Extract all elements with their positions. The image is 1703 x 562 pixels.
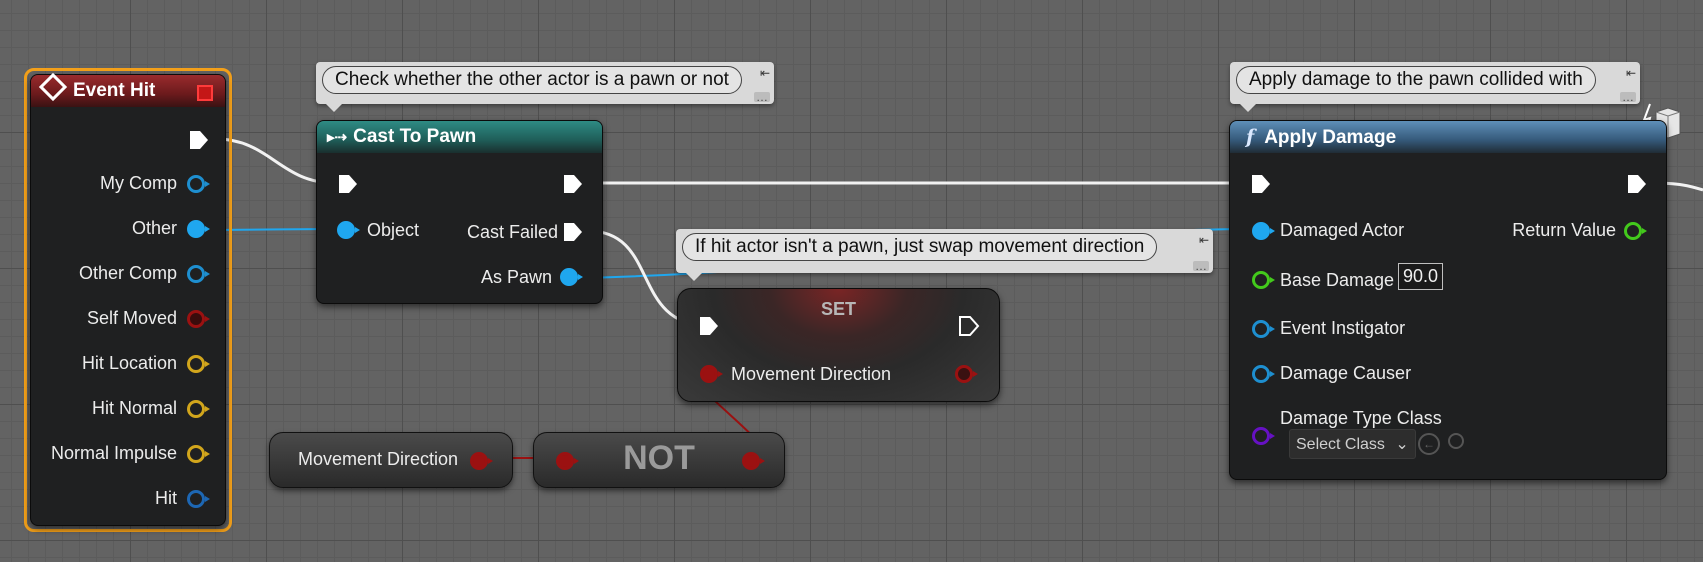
event-hit-pin-other[interactable] — [187, 220, 210, 238]
event-instigator-pin[interactable] — [1252, 320, 1275, 338]
set-node[interactable]: SET Movement Direction — [677, 288, 1000, 402]
event-hit-pin-hit-location[interactable] — [187, 355, 210, 373]
event-hit-exec-out-pin[interactable] — [188, 129, 210, 151]
set-movement-direction-in-pin[interactable] — [700, 365, 723, 383]
cast-exec-out-pin[interactable] — [562, 173, 584, 195]
event-hit-pin-hit-normal[interactable] — [187, 400, 210, 418]
chevron-down-icon: ⌄ — [1395, 436, 1409, 453]
set-variable-label: Movement Direction — [731, 364, 892, 384]
cast-to-pawn-header[interactable]: ▸⇢ Cast To Pawn — [317, 121, 602, 153]
event-hit-pin-label: Hit — [155, 488, 177, 508]
cast-to-pawn-title: Cast To Pawn — [353, 126, 477, 147]
event-instigator-label: Event Instigator — [1280, 318, 1406, 338]
apply-damage-node[interactable]: f Apply Damage Damaged Actor Return Value… — [1229, 120, 1667, 480]
comment-swap-text: If hit actor isn't a pawn, just swap mov… — [682, 233, 1158, 261]
cast-failed-exec-pin[interactable] — [562, 221, 584, 243]
event-hit-pin-self-moved[interactable] — [187, 310, 210, 328]
comment-cast[interactable]: Check whether the other actor is a pawn … — [316, 62, 774, 112]
base-damage-input[interactable]: 90.0 — [1398, 263, 1444, 290]
comment-cast-text: Check whether the other actor is a pawn … — [322, 66, 742, 94]
comment-more-icon[interactable]: … — [1193, 260, 1209, 272]
event-hit-title: Event Hit — [73, 80, 156, 101]
comment-pin-icon[interactable]: ⇤ — [1626, 66, 1636, 80]
comment-more-icon[interactable]: … — [1620, 91, 1636, 103]
damage-type-class-pin[interactable] — [1252, 427, 1275, 445]
event-hit-pin-normal-impulse[interactable] — [187, 445, 210, 463]
select-class-dropdown[interactable]: Select Class ⌄ — [1289, 429, 1416, 459]
use-selected-asset-icon[interactable]: ← — [1418, 433, 1440, 455]
comment-more-icon[interactable]: … — [754, 91, 770, 103]
apply-damage-header[interactable]: f Apply Damage — [1230, 121, 1666, 153]
return-value-label: Return Value — [1512, 220, 1616, 240]
getter-out-pin[interactable] — [470, 452, 493, 470]
damage-type-class-label: Damage Type Class — [1280, 408, 1442, 428]
comment-swap[interactable]: If hit actor isn't a pawn, just swap mov… — [676, 229, 1213, 281]
damage-causer-pin[interactable] — [1252, 365, 1275, 383]
select-class-label: Select Class — [1296, 436, 1385, 453]
event-hit-pin-label: Other Comp — [78, 263, 177, 283]
set-exec-out-pin[interactable] — [958, 315, 980, 337]
set-exec-in-pin[interactable] — [698, 315, 720, 337]
movement-direction-getter[interactable]: Movement Direction — [269, 432, 513, 488]
return-value-pin[interactable] — [1624, 222, 1647, 240]
delegate-pin-icon[interactable] — [197, 85, 213, 101]
getter-variable-label: Movement Direction — [298, 449, 459, 469]
not-out-pin[interactable] — [742, 452, 765, 470]
damaged-actor-label: Damaged Actor — [1280, 220, 1405, 240]
event-hit-pin-hit[interactable] — [187, 490, 210, 508]
cast-failed-label: Cast Failed — [466, 222, 558, 242]
damage-exec-in-pin[interactable] — [1250, 173, 1272, 195]
comment-pin-icon[interactable]: ⇤ — [760, 66, 770, 80]
event-hit-pin-my-comp[interactable] — [187, 175, 210, 193]
event-hit-pin-label: My Comp — [99, 173, 177, 193]
function-icon: f — [1246, 126, 1255, 148]
base-damage-pin[interactable] — [1252, 271, 1275, 289]
not-node[interactable]: NOT — [533, 432, 785, 488]
as-pawn-pin[interactable] — [560, 268, 583, 286]
cast-to-pawn-node[interactable]: ▸⇢ Cast To Pawn Object Cast Failed As Paw… — [316, 120, 603, 304]
event-hit-pin-other-comp[interactable] — [187, 265, 210, 283]
event-hit-pin-label: Hit Normal — [91, 398, 177, 418]
comment-damage[interactable]: Apply damage to the pawn collided with ⇤… — [1230, 62, 1640, 112]
as-pawn-label: As Pawn — [480, 267, 552, 287]
event-hit-pin-label: Hit Location — [81, 353, 177, 373]
event-hit-pin-label: Other — [131, 218, 177, 238]
set-movement-direction-out-pin[interactable] — [955, 365, 978, 383]
cast-object-label: Object — [367, 220, 420, 240]
cast-object-pin[interactable] — [337, 221, 360, 239]
comment-pin-icon[interactable]: ⇤ — [1199, 233, 1209, 247]
cast-exec-in-pin[interactable] — [337, 173, 359, 195]
damage-causer-label: Damage Causer — [1280, 363, 1412, 383]
damage-exec-out-pin[interactable] — [1626, 173, 1648, 195]
cast-arrows-icon: ▸⇢ — [327, 129, 348, 146]
event-hit-pin-label: Normal Impulse — [50, 443, 177, 463]
comment-damage-text: Apply damage to the pawn collided with — [1236, 66, 1596, 94]
base-damage-label: Base Damage — [1280, 270, 1395, 290]
event-diamond-icon — [38, 72, 68, 102]
event-hit-pin-label: Self Moved — [86, 308, 177, 328]
browse-search-icon[interactable] — [1448, 433, 1464, 449]
apply-damage-title: Apply Damage — [1264, 127, 1397, 148]
damaged-actor-pin[interactable] — [1252, 222, 1275, 240]
set-title: SET — [820, 299, 856, 319]
event-hit-header[interactable]: Event Hit — [31, 72, 225, 107]
